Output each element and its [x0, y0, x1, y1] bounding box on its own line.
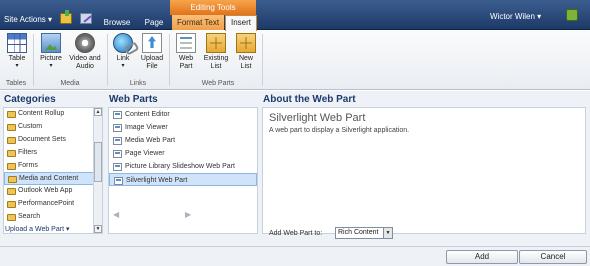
- web-part-icon: [113, 163, 122, 171]
- folder-icon: [7, 123, 16, 131]
- edit-page-icon[interactable]: [80, 13, 92, 24]
- table-button[interactable]: Table ▾: [4, 33, 30, 69]
- table-icon: [7, 33, 27, 53]
- categories-heading: Categories: [4, 94, 56, 105]
- video-audio-icon: [75, 33, 95, 53]
- upload-web-part-link[interactable]: Upload a Web Part ▾: [5, 225, 69, 233]
- user-menu[interactable]: Wictor Wilen ▾: [490, 12, 541, 21]
- existing-list-icon: [206, 33, 226, 53]
- categories-list: Content Rollup Custom Document Sets Filt…: [3, 107, 103, 234]
- picture-label: Picture: [40, 55, 62, 62]
- list-item[interactable]: Content Editor: [109, 108, 257, 121]
- link-button[interactable]: Link ▾: [110, 33, 136, 69]
- link-globe-icon: [113, 33, 133, 53]
- web-parts-heading: Web Parts: [109, 94, 158, 105]
- cancel-button[interactable]: Cancel: [519, 250, 587, 264]
- new-list-label: New List: [238, 55, 253, 70]
- ribbon-divider: [262, 34, 263, 86]
- folder-icon: [7, 136, 16, 144]
- existing-list-button[interactable]: Existing List: [201, 33, 231, 71]
- top-bar: Site Actions ▾ Browse Page Editing Tools…: [0, 0, 590, 31]
- ribbon-divider: [33, 34, 34, 86]
- site-actions-menu[interactable]: Site Actions ▾: [4, 15, 52, 24]
- list-item[interactable]: Search: [4, 211, 102, 224]
- web-part-icon: [114, 177, 123, 185]
- list-item-selected[interactable]: Silverlight Web Part: [109, 173, 257, 186]
- list-item[interactable]: Content Rollup: [4, 108, 102, 121]
- web-parts-list: Content Editor Image Viewer Media Web Pa…: [108, 107, 258, 234]
- navigate-up-icon[interactable]: [60, 10, 72, 24]
- next-arrow-icon[interactable]: ▶: [185, 210, 191, 219]
- video-audio-label: Video and Audio: [69, 55, 101, 70]
- tab-format-text[interactable]: Format Text: [172, 15, 224, 30]
- add-to-label: Add Web Part to:: [269, 230, 323, 237]
- list-item[interactable]: Media Web Part: [109, 134, 257, 147]
- about-heading: About the Web Part: [263, 94, 356, 105]
- picture-icon: [41, 33, 61, 53]
- existing-list-label: Existing List: [203, 55, 229, 70]
- editing-tools-label: Editing Tools: [170, 0, 256, 15]
- new-list-button[interactable]: New List: [233, 33, 259, 71]
- folder-icon: [7, 188, 16, 196]
- folder-icon: [8, 176, 17, 184]
- folder-icon: [7, 162, 16, 170]
- web-part-title: Silverlight Web Part: [269, 112, 366, 124]
- list-item-selected[interactable]: Media and Content: [4, 172, 102, 186]
- web-part-button[interactable]: Web Part: [172, 33, 200, 71]
- video-audio-button[interactable]: Video and Audio: [66, 33, 104, 71]
- about-web-part-panel: Silverlight Web Part A web part to displ…: [262, 107, 586, 239]
- ribbon-divider: [169, 34, 170, 86]
- list-item[interactable]: Filters: [4, 147, 102, 160]
- list-item[interactable]: PerformancePoint: [4, 198, 102, 211]
- picture-button[interactable]: Picture ▾: [37, 33, 65, 69]
- scroll-thumb[interactable]: [94, 142, 102, 182]
- list-item[interactable]: Page Viewer: [109, 147, 257, 160]
- upload-file-icon: [142, 33, 162, 53]
- web-part-label: Web Part: [178, 55, 194, 70]
- web-part-icon: [113, 124, 122, 132]
- add-to-zone-value: Rich Content: [338, 229, 379, 236]
- previous-arrow-icon[interactable]: ◀: [113, 210, 119, 219]
- list-item[interactable]: Custom: [4, 121, 102, 134]
- list-item[interactable]: Picture Library Slideshow Web Part: [109, 160, 257, 173]
- chevron-down-icon[interactable]: ▼: [383, 228, 392, 238]
- folder-icon: [7, 111, 16, 118]
- link-label: Link: [116, 55, 130, 62]
- folder-icon: [7, 214, 16, 222]
- user-status-icon[interactable]: [566, 9, 578, 21]
- upload-file-button[interactable]: Upload File: [138, 33, 166, 71]
- picker-footer: Add Cancel: [0, 246, 590, 266]
- categories-scrollbar[interactable]: ▲ ▼: [93, 108, 102, 233]
- new-list-icon: [236, 33, 256, 53]
- tab-insert[interactable]: Insert: [225, 15, 257, 31]
- list-item[interactable]: Outlook Web App: [4, 185, 102, 198]
- group-links-label: Links: [129, 80, 147, 87]
- table-label: Table: [8, 55, 26, 62]
- scroll-down-arrow-icon[interactable]: ▼: [94, 225, 102, 233]
- list-item[interactable]: Document Sets: [4, 134, 102, 147]
- ribbon-divider: [107, 34, 108, 86]
- scroll-up-arrow-icon[interactable]: ▲: [94, 108, 102, 116]
- group-web-parts-label: Web Parts: [201, 80, 235, 87]
- web-part-picker: Categories Web Parts About the Web Part …: [0, 91, 590, 266]
- web-part-icon: [113, 137, 122, 145]
- folder-icon: [7, 149, 16, 157]
- add-to-zone-select[interactable]: Rich Content ▼: [335, 227, 393, 239]
- web-part-description: A web part to display a Silverlight appl…: [269, 127, 410, 134]
- tab-page[interactable]: Page: [140, 16, 168, 30]
- list-item[interactable]: Forms: [4, 160, 102, 173]
- list-item[interactable]: Image Viewer: [109, 121, 257, 134]
- web-part-icon: [176, 33, 196, 53]
- web-part-icon: [113, 111, 122, 119]
- add-button[interactable]: Add: [446, 250, 518, 264]
- web-part-icon: [113, 150, 122, 158]
- upload-file-label: Upload File: [140, 55, 164, 70]
- ribbon: Table ▾ Tables Picture ▾ Video and Audio…: [0, 31, 590, 90]
- group-media-label: Media: [60, 80, 80, 87]
- group-tables-label: Tables: [5, 80, 27, 87]
- tab-browse[interactable]: Browse: [98, 16, 136, 30]
- folder-icon: [7, 201, 16, 209]
